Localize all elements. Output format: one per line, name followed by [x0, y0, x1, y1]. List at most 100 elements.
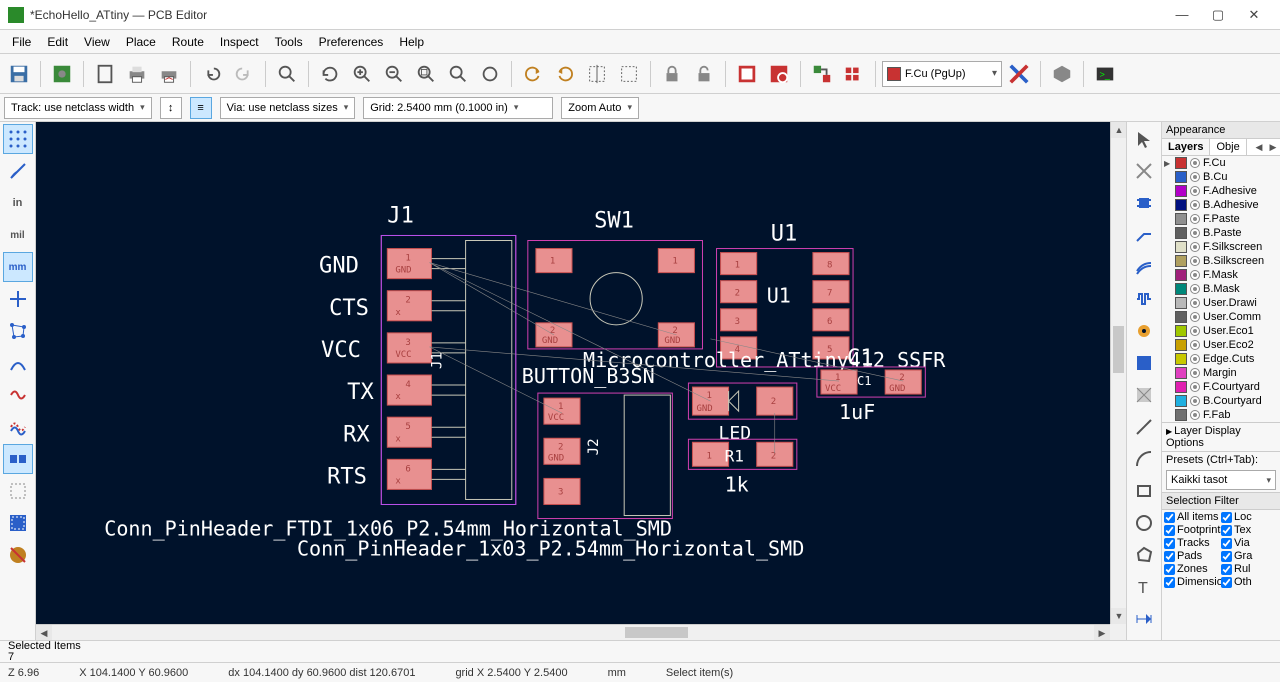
footprint-browser-button[interactable] — [764, 59, 794, 89]
scripting-console-button[interactable]: >_ — [1090, 59, 1120, 89]
menu-file[interactable]: File — [4, 32, 39, 52]
zoom-in-button[interactable] — [347, 59, 377, 89]
menu-place[interactable]: Place — [118, 32, 164, 52]
layer-visibility-icon[interactable] — [1190, 410, 1200, 420]
layer-color-swatch[interactable] — [1175, 339, 1187, 351]
board-setup-button[interactable] — [47, 59, 77, 89]
units-mm-toggle[interactable]: mm — [3, 252, 33, 282]
filter-item[interactable]: Rul — [1221, 563, 1278, 575]
layer-row[interactable]: ▶ User.Eco1 — [1162, 324, 1280, 338]
filter-checkbox[interactable] — [1221, 551, 1232, 562]
filter-checkbox[interactable] — [1164, 525, 1175, 536]
filter-item[interactable]: Oth — [1221, 576, 1278, 588]
scroll-right-arrow[interactable]: ▶ — [1094, 625, 1110, 640]
filter-item[interactable]: All items — [1164, 511, 1221, 523]
place-via-tool[interactable] — [1129, 316, 1159, 346]
menu-preferences[interactable]: Preferences — [311, 32, 392, 52]
layer-color-swatch[interactable] — [1175, 353, 1187, 365]
layer-row[interactable]: ▶ User.Drawi — [1162, 296, 1280, 310]
tune-length-tool[interactable] — [1129, 284, 1159, 314]
via-size-dropdown[interactable]: Via: use netclass sizes▾ — [220, 97, 356, 119]
layer-color-swatch[interactable] — [1175, 283, 1187, 295]
layer-pairs-button[interactable] — [1004, 59, 1034, 89]
print-button[interactable] — [122, 59, 152, 89]
grid-dropdown[interactable]: Grid: 2.5400 mm (0.1000 in)▾ — [363, 97, 553, 119]
track-netclass-toggle[interactable]: ≡ — [190, 97, 212, 119]
zoom-selection-button[interactable] — [443, 59, 473, 89]
layer-row[interactable]: ▶ F.Adhesive — [1162, 184, 1280, 198]
layer-row[interactable]: ▶ B.Courtyard — [1162, 394, 1280, 408]
layer-color-swatch[interactable] — [1175, 227, 1187, 239]
layer-row[interactable]: ▶ B.Silkscreen — [1162, 254, 1280, 268]
layer-row[interactable]: ▶ B.Paste — [1162, 226, 1280, 240]
update-from-schematic-button[interactable] — [807, 59, 837, 89]
via-fill-toggle[interactable] — [3, 476, 33, 506]
filter-checkbox[interactable] — [1221, 538, 1232, 549]
layer-color-swatch[interactable] — [1175, 325, 1187, 337]
layer-row[interactable]: ▶ F.Mask — [1162, 268, 1280, 282]
footprint-editor-button[interactable] — [732, 59, 762, 89]
layer-row[interactable]: ▶ F.Fab — [1162, 408, 1280, 422]
layer-row[interactable]: ▶ F.Courtyard — [1162, 380, 1280, 394]
place-arc-tool[interactable] — [1129, 444, 1159, 474]
scroll-left-arrow[interactable]: ◀ — [36, 625, 52, 640]
layer-row[interactable]: ▶ F.Cu — [1162, 156, 1280, 170]
filter-checkbox[interactable] — [1164, 512, 1175, 523]
zoom-tool-button[interactable] — [475, 59, 505, 89]
filter-checkbox[interactable] — [1221, 564, 1232, 575]
layer-color-swatch[interactable] — [1175, 213, 1187, 225]
place-circle-tool[interactable] — [1129, 508, 1159, 538]
select-tool[interactable] — [1129, 124, 1159, 154]
rotate-ccw-button[interactable] — [518, 59, 548, 89]
layer-row[interactable]: ▶ B.Cu — [1162, 170, 1280, 184]
tab-scroll-right[interactable]: ▶ — [1266, 142, 1280, 153]
pcb-canvas[interactable]: .pad { fill:#e89090; stroke:#c85050; } .… — [36, 122, 1110, 624]
layer-row[interactable]: ▶ User.Comm — [1162, 310, 1280, 324]
tab-layers[interactable]: Layers — [1162, 139, 1210, 155]
filter-item[interactable]: Tex — [1221, 524, 1278, 536]
layer-visibility-icon[interactable] — [1190, 298, 1200, 308]
drc-button[interactable] — [839, 59, 869, 89]
page-settings-button[interactable] — [90, 59, 120, 89]
units-mils-toggle[interactable]: mil — [3, 220, 33, 250]
mirror-button[interactable] — [614, 59, 644, 89]
layer-visibility-icon[interactable] — [1190, 158, 1200, 168]
layer-color-swatch[interactable] — [1175, 241, 1187, 253]
contrast-mode-toggle[interactable] — [3, 540, 33, 570]
menu-inspect[interactable]: Inspect — [212, 32, 267, 52]
filter-checkbox[interactable] — [1164, 538, 1175, 549]
filter-checkbox[interactable] — [1221, 512, 1232, 523]
refresh-button[interactable] — [315, 59, 345, 89]
undo-button[interactable] — [197, 59, 227, 89]
horizontal-scrollbar[interactable]: ◀ ▶ — [36, 624, 1110, 640]
layer-color-swatch[interactable] — [1175, 367, 1187, 379]
active-layer-dropdown[interactable]: F.Cu (PgUp) ▾ — [882, 61, 1002, 87]
scroll-down-arrow[interactable]: ▼ — [1111, 608, 1126, 624]
redo-button[interactable] — [229, 59, 259, 89]
layer-color-swatch[interactable] — [1175, 409, 1187, 421]
units-inches-toggle[interactable]: in — [3, 188, 33, 218]
filter-item[interactable]: Via — [1221, 537, 1278, 549]
layer-row[interactable]: ▶ Margin — [1162, 366, 1280, 380]
menu-tools[interactable]: Tools — [267, 32, 311, 52]
layer-visibility-icon[interactable] — [1190, 326, 1200, 336]
layer-color-swatch[interactable] — [1175, 269, 1187, 281]
layer-visibility-icon[interactable] — [1190, 354, 1200, 364]
layer-visibility-icon[interactable] — [1190, 270, 1200, 280]
layer-color-swatch[interactable] — [1175, 185, 1187, 197]
close-button[interactable]: ✕ — [1236, 1, 1272, 29]
3d-viewer-button[interactable] — [1047, 59, 1077, 89]
pad-fill-toggle[interactable] — [3, 444, 33, 474]
lock-button[interactable] — [657, 59, 687, 89]
menu-route[interactable]: Route — [164, 32, 212, 52]
polar-coords-toggle[interactable] — [3, 156, 33, 186]
zone-display-toggle[interactable] — [3, 380, 33, 410]
filter-item[interactable]: Tracks — [1164, 537, 1221, 549]
place-dimension-tool[interactable] — [1129, 604, 1159, 634]
layer-visibility-icon[interactable] — [1190, 186, 1200, 196]
filter-item[interactable]: Zones — [1164, 563, 1221, 575]
layer-visibility-icon[interactable] — [1190, 242, 1200, 252]
tab-scroll-left[interactable]: ◀ — [1252, 142, 1266, 153]
layer-visibility-icon[interactable] — [1190, 256, 1200, 266]
place-footprint-tool[interactable] — [1129, 188, 1159, 218]
